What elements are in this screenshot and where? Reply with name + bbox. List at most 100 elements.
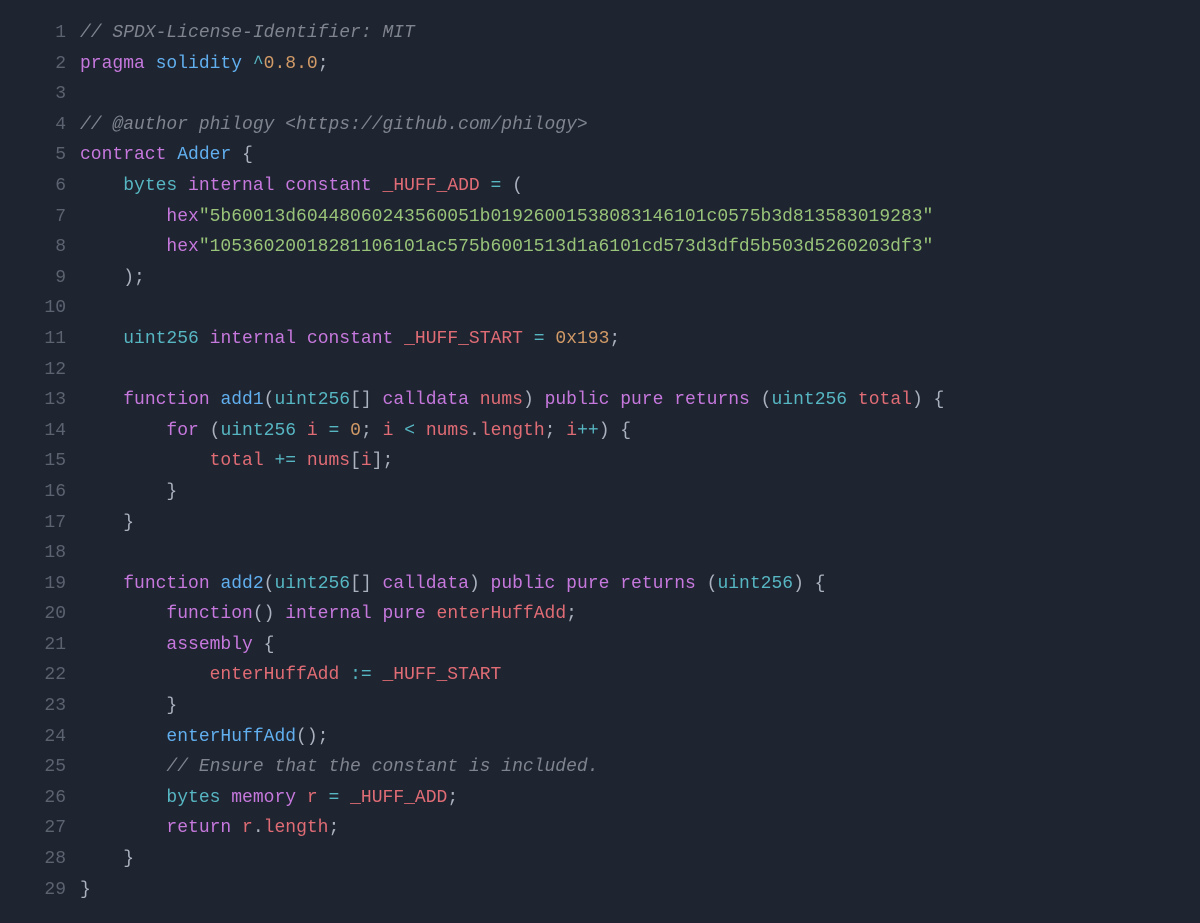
code-line: 7 hex"5b60013d60448060243560051b01926001… (0, 202, 1200, 233)
token-plain (318, 788, 329, 808)
token-op: = (329, 421, 340, 441)
token-plain (80, 696, 166, 716)
token-punct: ( (512, 176, 523, 196)
token-punct: ; (318, 54, 329, 74)
token-plain (166, 145, 177, 165)
code-content: function() internal pure enterHuffAdd; (80, 599, 1200, 630)
token-plain (231, 145, 242, 165)
line-number: 10 (0, 293, 80, 324)
token-plain (177, 176, 188, 196)
line-number: 29 (0, 875, 80, 906)
token-plain (296, 451, 307, 471)
line-number: 14 (0, 416, 80, 447)
token-keyword: internal (188, 176, 274, 196)
code-line: 3 (0, 79, 1200, 110)
code-line: 1// SPDX-License-Identifier: MIT (0, 18, 1200, 49)
token-op: := (350, 665, 372, 685)
token-plain (609, 574, 620, 594)
code-content: // SPDX-License-Identifier: MIT (80, 18, 1200, 49)
token-plain (372, 604, 383, 624)
token-punct: } (166, 696, 177, 716)
token-plain (80, 818, 166, 838)
token-var: r (242, 818, 253, 838)
token-plain (296, 329, 307, 349)
token-plain (80, 849, 123, 869)
line-number: 25 (0, 752, 80, 783)
token-plain (210, 574, 221, 594)
token-punct: } (123, 513, 134, 533)
code-content: enterHuffAdd := _HUFF_START (80, 660, 1200, 691)
token-keyword: returns (674, 390, 750, 410)
token-typename: uint256 (771, 390, 847, 410)
token-punct: () (253, 604, 285, 624)
line-number: 8 (0, 232, 80, 263)
token-const: _HUFF_ADD (383, 176, 480, 196)
code-line: 26 bytes memory r = _HUFF_ADD; (0, 783, 1200, 814)
token-op: ^ (253, 54, 264, 74)
token-keyword: function (166, 604, 252, 624)
token-plain (80, 329, 123, 349)
token-plain (253, 635, 264, 655)
token-punct: ) { (912, 390, 944, 410)
token-typename: uint256 (220, 421, 296, 441)
code-content: uint256 internal constant _HUFF_START = … (80, 324, 1200, 355)
token-plain (80, 237, 166, 257)
code-line: 15 total += nums[i]; (0, 446, 1200, 477)
token-op: = (491, 176, 502, 196)
token-punct: } (80, 880, 91, 900)
token-plain (80, 665, 210, 685)
token-keyword: hex (166, 237, 198, 257)
code-line: 10 (0, 293, 1200, 324)
token-punct: ]; (372, 451, 394, 471)
token-punct: ); (123, 268, 145, 288)
line-number: 22 (0, 660, 80, 691)
token-punct: [] (350, 574, 382, 594)
token-plain (750, 390, 761, 410)
token-var: enterHuffAdd (210, 665, 340, 685)
token-typename: uint256 (274, 574, 350, 594)
code-content: } (80, 477, 1200, 508)
token-plain (426, 604, 437, 624)
token-plain (555, 574, 566, 594)
token-keyword: pure (382, 604, 425, 624)
token-plain (523, 329, 534, 349)
code-content: enterHuffAdd(); (80, 722, 1200, 753)
line-number: 13 (0, 385, 80, 416)
code-line: 13 function add1(uint256[] calldata nums… (0, 385, 1200, 416)
token-plain (80, 390, 123, 410)
token-punct: ; (328, 818, 339, 838)
token-plain (80, 757, 166, 777)
token-plain (393, 421, 404, 441)
code-content (80, 79, 1200, 110)
token-keyword: calldata (383, 390, 469, 410)
token-plain (80, 482, 166, 502)
token-punct: ) { (599, 421, 631, 441)
line-number: 21 (0, 630, 80, 661)
token-plain (847, 390, 858, 410)
token-keyword: returns (620, 574, 696, 594)
token-keyword: public (491, 574, 556, 594)
line-number: 26 (0, 783, 80, 814)
code-content: } (80, 691, 1200, 722)
token-op: = (534, 329, 545, 349)
token-plain (609, 390, 620, 410)
token-keyword: pure (566, 574, 609, 594)
code-line: 29} (0, 875, 1200, 906)
token-var: total (858, 390, 912, 410)
token-plain (80, 574, 123, 594)
token-punct: ( (264, 390, 275, 410)
line-number: 27 (0, 813, 80, 844)
token-var: i (307, 421, 318, 441)
line-number: 18 (0, 538, 80, 569)
code-content: ); (80, 263, 1200, 294)
code-content: // @author philogy <https://github.com/p… (80, 110, 1200, 141)
code-line: 22 enterHuffAdd := _HUFF_START (0, 660, 1200, 691)
token-plain (696, 574, 707, 594)
token-plain (80, 635, 166, 655)
token-keyword: internal (285, 604, 371, 624)
line-number: 28 (0, 844, 80, 875)
token-plain (199, 421, 210, 441)
token-plain (372, 665, 383, 685)
token-const: _HUFF_START (404, 329, 523, 349)
code-content: } (80, 875, 1200, 906)
